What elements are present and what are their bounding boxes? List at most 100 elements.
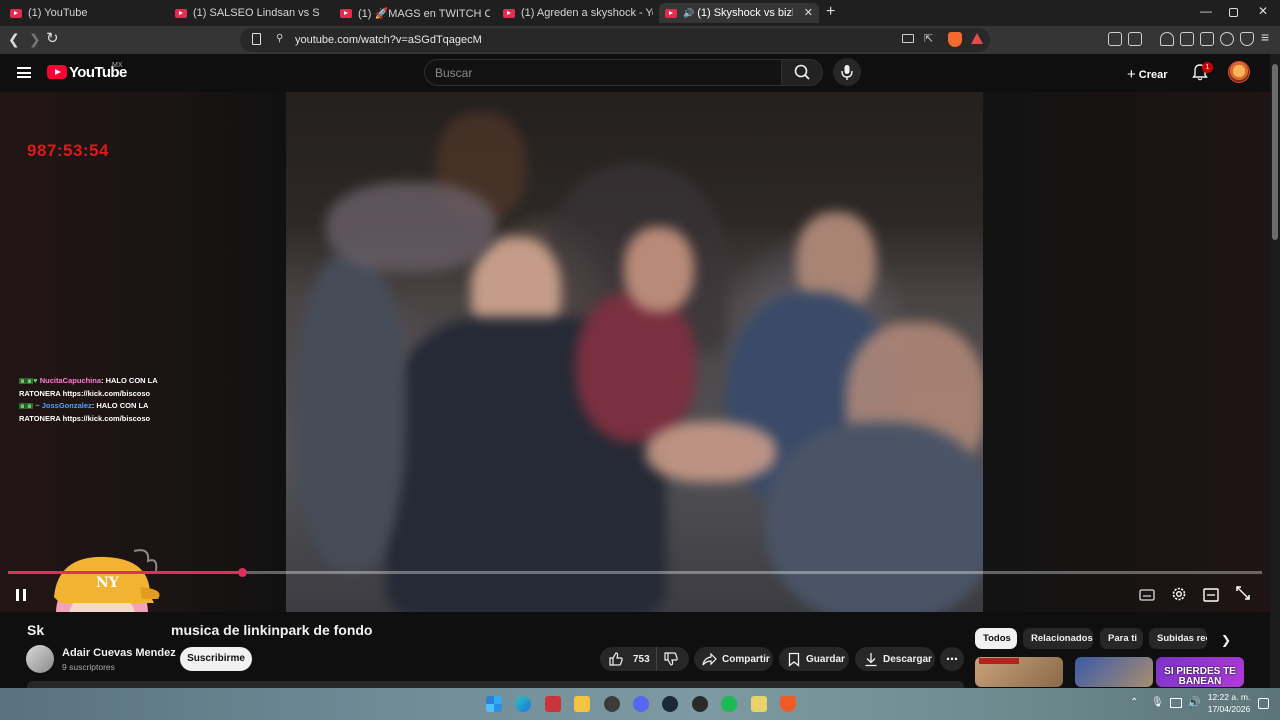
restore-icon[interactable]	[1229, 8, 1238, 17]
spotify-icon[interactable]	[721, 696, 737, 712]
brave-browser-icon[interactable]	[780, 696, 796, 712]
subtitles-icon[interactable]	[1139, 588, 1155, 602]
subscriber-count: 9 suscriptores	[62, 662, 115, 672]
forward-icon[interactable]: ❯	[29, 31, 41, 48]
youtube-logo-icon[interactable]	[47, 65, 67, 79]
chip-para-ti[interactable]: Para ti	[1100, 628, 1143, 649]
sidebar-tab-icon[interactable]	[1128, 32, 1142, 46]
wallet-icon[interactable]	[1200, 32, 1214, 46]
video-frame[interactable]	[286, 92, 983, 612]
scrollbar-thumb[interactable]	[1272, 64, 1278, 240]
chips-next-chevron-icon[interactable]: ❯	[1221, 633, 1231, 647]
bookmark-icon[interactable]	[252, 33, 261, 45]
chat-badge-icon: ▣▣♥	[19, 376, 38, 385]
video-player[interactable]: 987:53:54 ▣▣♥ NucitaCapuchina: HALO CON …	[0, 92, 1270, 612]
taskbar-time[interactable]: 12:22 a. m.	[1206, 692, 1252, 702]
tab-skyshock-vs-bizkit[interactable]: 🔊 (1) Skyshock vs bizkit con mu ✕	[659, 3, 819, 23]
thumbs-up-icon	[609, 652, 623, 666]
chip-todos[interactable]: Todos	[975, 628, 1017, 649]
back-icon[interactable]: ❮	[8, 31, 20, 48]
tab-label: (1) SALSEO Lindsan vs Sunny - YouTu	[193, 7, 320, 19]
file-explorer-icon[interactable]	[574, 696, 590, 712]
new-tab-button[interactable]: +	[826, 3, 835, 21]
chat-username: NucitaCapuchina	[39, 376, 101, 385]
leo-ai-icon[interactable]	[1220, 32, 1234, 46]
tab-label: (1) YouTube	[28, 7, 88, 19]
related-video-thumbnail[interactable]	[975, 657, 1063, 687]
address-bar[interactable]: ⚲ youtube.com/watch?v=aSGdTqagecM ⇱	[240, 28, 990, 52]
like-button[interactable]: 753	[600, 647, 656, 671]
channel-avatar[interactable]	[26, 645, 54, 673]
site-settings-icon[interactable]: ⚲	[276, 33, 283, 44]
download-icon	[865, 652, 877, 666]
reload-icon[interactable]: ↻	[46, 29, 59, 47]
music-icon[interactable]	[1160, 32, 1174, 46]
volume-icon[interactable]: 🔊	[1187, 696, 1201, 709]
sidebar-toggle-icon[interactable]	[1180, 32, 1194, 46]
create-button[interactable]: + Crear	[1127, 65, 1168, 83]
url-text[interactable]: youtube.com/watch?v=aSGdTqagecM	[295, 34, 482, 46]
account-avatar[interactable]	[1228, 61, 1250, 83]
chip-relacionados[interactable]: Relacionados	[1023, 628, 1093, 649]
download-button[interactable]: Descargar	[855, 647, 935, 671]
taskbar-date[interactable]: 17/04/2026	[1206, 704, 1252, 714]
minimize-icon[interactable]: —	[1200, 4, 1212, 18]
obs-icon[interactable]	[692, 696, 708, 712]
close-window-icon[interactable]: ✕	[1258, 4, 1268, 18]
seek-scrubber[interactable]	[238, 568, 247, 577]
share-page-icon[interactable]: ⇱	[924, 32, 933, 45]
chat-message: ▣▣♥ NucitaCapuchina: HALO CON LA RATONER…	[19, 376, 158, 398]
browser-menu-icon[interactable]: ≡	[1261, 29, 1269, 45]
tab-salseo[interactable]: (1) SALSEO Lindsan vs Sunny - YouTu	[175, 3, 320, 23]
tab-mags-twitch[interactable]: (1) 🚀MAGS en TWITCH CON🚀 ✨	[340, 3, 490, 23]
app-circle-icon[interactable]	[604, 696, 620, 712]
theater-mode-icon[interactable]	[1203, 588, 1219, 602]
channel-name[interactable]: Adair Cuevas Mendez	[62, 647, 176, 659]
speaker-icon: 🔊	[683, 7, 695, 18]
steam-icon[interactable]	[662, 696, 678, 712]
wish-app-icon[interactable]	[545, 696, 561, 712]
page-scrollbar[interactable]	[1270, 54, 1280, 688]
settings-gear-icon[interactable]	[1171, 586, 1187, 602]
fullscreen-icon[interactable]	[1236, 586, 1250, 600]
youtube-header: YouTube MX Buscar + Crear 1	[0, 54, 1270, 92]
left-crowd	[296, 252, 406, 572]
description-box[interactable]	[27, 681, 964, 688]
dislike-button[interactable]	[656, 647, 689, 671]
search-placeholder: Buscar	[435, 66, 473, 80]
related-video-thumbnail[interactable]	[1075, 657, 1153, 687]
subscribe-button[interactable]: Suscribirme	[180, 647, 252, 671]
tray-overflow-icon[interactable]: ⌃	[1130, 697, 1138, 708]
youtube-favicon-icon	[665, 8, 677, 18]
extensions-icon[interactable]	[1108, 32, 1122, 46]
voice-search-button[interactable]	[833, 58, 861, 86]
brave-rewards-icon[interactable]	[971, 33, 983, 44]
start-windows-icon[interactable]	[486, 696, 502, 712]
search-input[interactable]: Buscar	[424, 59, 782, 86]
youtube-favicon-icon	[175, 8, 187, 18]
edge-browser-icon[interactable]	[515, 696, 531, 712]
search-button[interactable]	[781, 59, 823, 86]
save-button[interactable]: Guardar	[779, 647, 849, 671]
svg-text:NY: NY	[96, 575, 120, 591]
brave-shield-icon[interactable]	[948, 32, 962, 47]
tray-mic-icon[interactable]: 🎙	[1151, 697, 1164, 708]
more-actions-button[interactable]: ⋯	[940, 647, 964, 671]
tab-youtube-home[interactable]: (1) YouTube	[10, 3, 160, 23]
discord-icon[interactable]	[633, 696, 649, 712]
cast-icon[interactable]	[902, 34, 914, 43]
related-video-thumbnail[interactable]: SI PIERDES TE BANEAN	[1156, 657, 1244, 687]
streamer-mascot-avatar: NY	[54, 549, 160, 612]
guide-menu-icon[interactable]	[17, 67, 31, 78]
close-tab-icon[interactable]: ✕	[804, 6, 813, 19]
network-icon[interactable]	[1170, 698, 1182, 708]
chip-subidas-recientes[interactable]: Subidas reci	[1149, 628, 1207, 649]
pause-icon[interactable]	[14, 588, 28, 602]
share-button[interactable]: Compartir	[694, 647, 773, 671]
thumbnail-text: SI PIERDES TE BANEAN	[1164, 666, 1236, 687]
notification-center-icon[interactable]	[1258, 698, 1269, 709]
vpn-shield-icon[interactable]	[1240, 32, 1254, 46]
tab-agreden-skyshock[interactable]: (1) Agreden a skyshock - YouTube	[503, 3, 653, 23]
seek-bar[interactable]	[8, 568, 1262, 577]
notepad-icon[interactable]	[751, 696, 767, 712]
